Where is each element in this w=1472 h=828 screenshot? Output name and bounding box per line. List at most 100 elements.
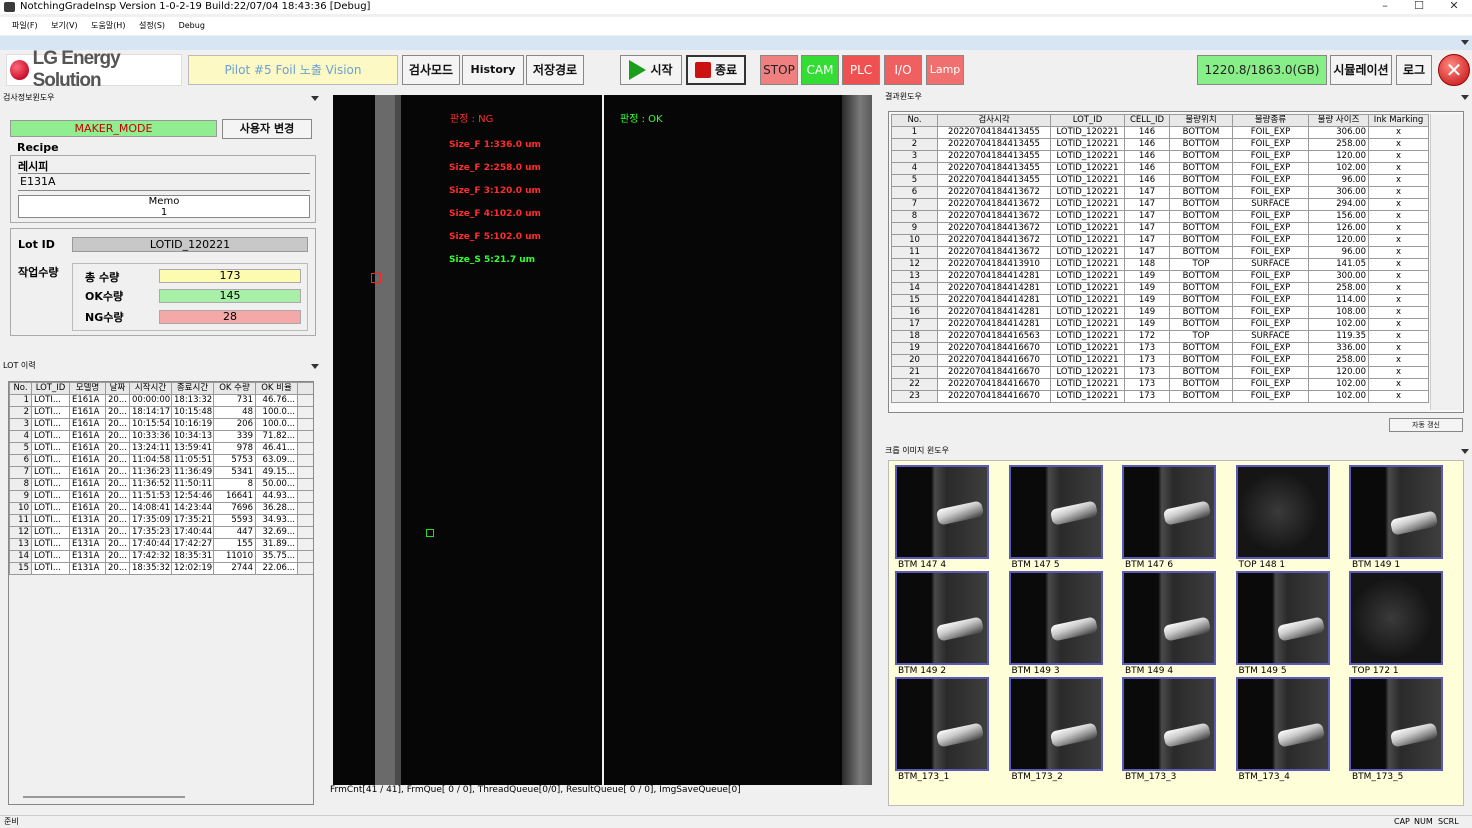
- crop-thumbnail[interactable]: BTM 147 4: [895, 465, 989, 571]
- lot-row[interactable]: 9 LOTI... E161A 20... 11:51:53 12:54:46 16641 4…: [9, 490, 313, 503]
- crop-image[interactable]: [1122, 571, 1216, 665]
- crop-image[interactable]: [1008, 465, 1103, 559]
- lot-row[interactable]: 13 LOTI... E131A 20... 17:40:44 17:42:27 155 31…: [9, 538, 313, 551]
- user-change-button[interactable]: 사용자 변경: [222, 119, 312, 139]
- start-button[interactable]: 시작: [620, 55, 682, 85]
- result-scroll-area[interactable]: [1430, 114, 1462, 410]
- crop-thumbnail[interactable]: BTM 147 5: [1008, 465, 1103, 571]
- lot-col-header[interactable]: 시작시간: [129, 382, 172, 395]
- crop-thumbnail[interactable]: BTM_173_1: [895, 677, 989, 783]
- memo-box[interactable]: Memo 1: [18, 195, 310, 218]
- lot-row[interactable]: 3 LOTI... E161A 20... 10:15:54 10:16:19 206 100…: [9, 418, 313, 431]
- result-row[interactable]: 3 20220704184413455 LOTID_120221 146 BOTTOM F…: [891, 150, 1429, 163]
- lot-scroll-cell[interactable]: [297, 538, 313, 551]
- lot-row[interactable]: 8 LOTI... E161A 20... 11:36:52 11:50:11 8 50.00…: [9, 478, 313, 491]
- result-row[interactable]: 22 20220704184416670 LOTID_120221 173 BOTTOM…: [891, 378, 1429, 391]
- crop-thumbnail[interactable]: BTM_173_5: [1349, 677, 1443, 783]
- result-row[interactable]: 10 20220704184413672 LOTID_120221 147 BOTTOM…: [891, 234, 1429, 247]
- lot-col-header[interactable]: LOT_ID: [31, 382, 70, 395]
- end-button[interactable]: 종료: [686, 55, 746, 85]
- left-camera-view[interactable]: 판정 : NG Size_F 1:336.0 um Size_F 2:258.0…: [333, 95, 602, 785]
- crop-thumbnail[interactable]: BTM 149 4: [1122, 571, 1216, 677]
- menu-view[interactable]: 보기(V): [51, 21, 77, 30]
- result-col-header[interactable]: No.: [891, 114, 938, 127]
- lot-row[interactable]: 10 LOTI... E161A 20... 14:08:41 14:23:44 7696 3…: [9, 502, 313, 515]
- crop-image[interactable]: [895, 571, 989, 665]
- lot-scroll-cell[interactable]: [297, 406, 313, 419]
- crop-thumbnail[interactable]: BTM 149 1: [1349, 465, 1443, 571]
- crop-image[interactable]: [1349, 465, 1443, 559]
- crop-thumbnail[interactable]: BTM_173_3: [1122, 677, 1216, 783]
- result-row[interactable]: 15 20220704184414281 LOTID_120221 149 BOTTOM…: [891, 294, 1429, 307]
- lot-scroll-cell[interactable]: [297, 502, 313, 515]
- menu-settings[interactable]: 설정(S): [139, 21, 165, 30]
- history-button[interactable]: History: [462, 55, 524, 85]
- recipe-value[interactable]: E131A: [18, 173, 310, 191]
- crop-image[interactable]: [1349, 677, 1443, 771]
- crop-thumbnail[interactable]: TOP 148 1: [1235, 465, 1330, 571]
- crop-thumbnail[interactable]: BTM_173_2: [1008, 677, 1103, 783]
- info-collapse-icon[interactable]: [311, 96, 319, 101]
- result-row[interactable]: 11 20220704184413672 LOTID_120221 147 BOTTOM…: [891, 246, 1429, 259]
- result-col-header[interactable]: 검사시각: [937, 114, 1051, 127]
- result-row[interactable]: 8 20220704184413672 LOTID_120221 147 BOTTOM F…: [891, 210, 1429, 223]
- lot-row[interactable]: 2 LOTI... E161A 20... 18:14:17 10:15:48 48 100.…: [9, 406, 313, 419]
- lot-scroll-cell[interactable]: [297, 382, 313, 395]
- lot-scroll-cell[interactable]: [297, 394, 313, 407]
- lot-col-header[interactable]: No.: [9, 382, 32, 395]
- auto-refresh-button[interactable]: 자동 갱신: [1389, 418, 1463, 432]
- lamp-indicator[interactable]: Lamp: [926, 55, 964, 85]
- simulation-button[interactable]: 시뮬레이션: [1330, 55, 1392, 85]
- cam-indicator[interactable]: CAM: [801, 55, 839, 85]
- lot-row[interactable]: 15 LOTI... E131A 20... 18:35:32 12:02:19 2744 2…: [9, 562, 313, 575]
- lot-scroll-cell[interactable]: [297, 526, 313, 539]
- result-row[interactable]: 2 20220704184413455 LOTID_120221 146 BOTTOM F…: [891, 138, 1429, 151]
- plc-indicator[interactable]: PLC: [842, 55, 880, 85]
- lot-col-header[interactable]: OK 수량: [213, 382, 256, 395]
- result-row[interactable]: 18 20220704184416563 LOTID_120221 172 TOP SUR…: [891, 330, 1429, 343]
- lot-col-header[interactable]: 모델명: [69, 382, 106, 395]
- crop-thumbnail[interactable]: BTM 149 3: [1008, 571, 1103, 677]
- result-row[interactable]: 9 20220704184413672 LOTID_120221 147 BOTTOM F…: [891, 222, 1429, 235]
- lot-col-header[interactable]: OK 비율: [255, 382, 298, 395]
- result-row[interactable]: 4 20220704184413455 LOTID_120221 146 BOTTOM F…: [891, 162, 1429, 175]
- crop-image[interactable]: [1235, 465, 1330, 559]
- lot-scroll-cell[interactable]: [297, 418, 313, 431]
- crop-image[interactable]: [1122, 465, 1216, 559]
- lot-row[interactable]: 1 LOTI... E161A 20... 00:00:00 18:13:32 731 46.…: [9, 394, 313, 407]
- lot-scroll-cell[interactable]: [297, 550, 313, 563]
- crop-image[interactable]: [895, 677, 989, 771]
- crop-image[interactable]: [1122, 677, 1216, 771]
- menu-file[interactable]: 파일(F): [12, 21, 38, 30]
- menu-debug[interactable]: Debug: [179, 21, 205, 30]
- result-row[interactable]: 23 20220704184416670 LOTID_120221 173 BOTTOM…: [891, 390, 1429, 403]
- crop-image[interactable]: [1235, 677, 1330, 771]
- result-col-header[interactable]: LOT_ID: [1050, 114, 1125, 127]
- lot-col-header[interactable]: 종료시간: [171, 382, 214, 395]
- result-row[interactable]: 1 20220704184413455 LOTID_120221 146 BOTTOM F…: [891, 126, 1429, 139]
- result-collapse-icon[interactable]: [1461, 95, 1469, 100]
- inspect-mode-button[interactable]: 검사모드: [402, 55, 460, 85]
- result-col-header[interactable]: 불량종류: [1232, 114, 1309, 127]
- stop-indicator[interactable]: STOP: [760, 55, 798, 85]
- result-col-header[interactable]: CELL_ID: [1124, 114, 1170, 127]
- crop-image[interactable]: [1349, 571, 1443, 665]
- result-row[interactable]: 21 20220704184416670 LOTID_120221 173 BOTTOM…: [891, 366, 1429, 379]
- lot-scroll-cell[interactable]: [297, 562, 313, 575]
- result-row[interactable]: 19 20220704184416670 LOTID_120221 173 BOTTOM…: [891, 342, 1429, 355]
- result-col-header[interactable]: Ink Marking: [1368, 114, 1429, 127]
- close-window-button[interactable]: ✕: [1437, 0, 1471, 14]
- lot-scroll-cell[interactable]: [297, 478, 313, 491]
- result-col-header[interactable]: 불량위치: [1169, 114, 1233, 127]
- crop-thumbnail[interactable]: BTM 149 2: [895, 571, 989, 677]
- result-row[interactable]: 6 20220704184413672 LOTID_120221 147 BOTTOM F…: [891, 186, 1429, 199]
- crop-thumbnail[interactable]: TOP 172 1: [1349, 571, 1443, 677]
- result-row[interactable]: 7 20220704184413672 LOTID_120221 147 BOTTOM S…: [891, 198, 1429, 211]
- crop-collapse-icon[interactable]: [1461, 449, 1469, 454]
- lot-row[interactable]: 11 LOTI... E131A 20... 17:35:09 17:35:21 5593 3…: [9, 514, 313, 527]
- exit-icon[interactable]: ✕: [1438, 54, 1470, 86]
- lot-col-header[interactable]: 날짜: [105, 382, 130, 395]
- minimize-button[interactable]: –: [1368, 0, 1402, 14]
- lot-row[interactable]: 6 LOTI... E161A 20... 11:04:58 11:05:51 5753 63…: [9, 454, 313, 467]
- result-row[interactable]: 20 20220704184416670 LOTID_120221 173 BOTTOM…: [891, 354, 1429, 367]
